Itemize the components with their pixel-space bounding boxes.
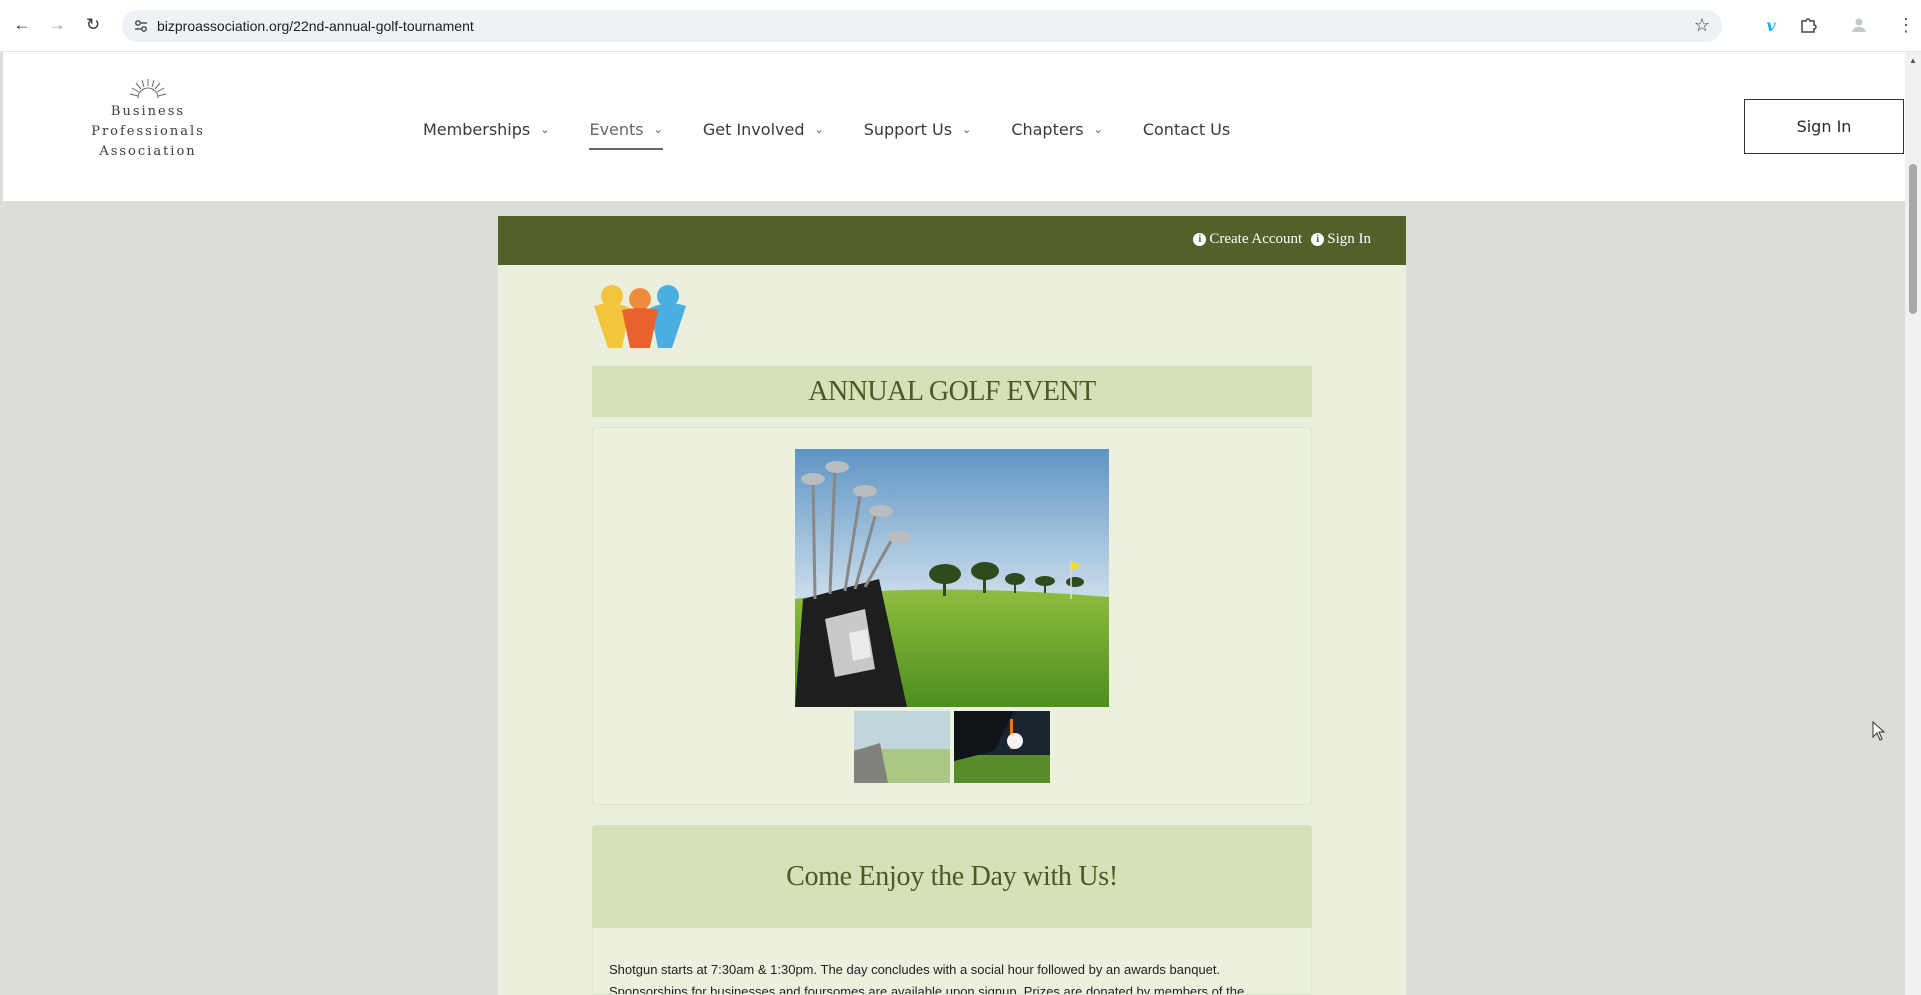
create-account-label: Create Account [1209,231,1303,247]
nav-events[interactable]: Events ⌄ [589,114,664,150]
reload-icon[interactable]: ↻ [81,13,105,37]
nav-contact-us-label: Contact Us [1142,119,1231,139]
profile-icon[interactable] [1848,14,1870,36]
site-logo[interactable]: Business Professionals Association [83,78,213,162]
event-title: ANNUAL GOLF EVENT [808,375,1096,407]
nav-support-us-label: Support Us [863,119,953,139]
chevron-down-icon: ⌄ [814,122,824,136]
mouse-cursor-icon [1872,721,1886,741]
section-heading-band: Come Enjoy the Day with Us! [592,825,1312,928]
create-account-link[interactable]: i Create Account [1193,231,1302,248]
nav-get-involved[interactable]: Get Involved ⌄ [703,114,824,144]
nav-support-us[interactable]: Support Us ⌄ [864,114,972,144]
sign-in-link[interactable]: i Sign In [1311,231,1371,248]
info-icon: i [1193,233,1207,246]
gallery-thumbnail-1[interactable] [854,711,950,783]
url-text[interactable]: bizproassociation.org/22nd-annual-golf-t… [157,18,474,34]
people-logo-icon [594,285,686,348]
account-bar: i Create Account i Sign In [498,216,1406,265]
sunburst-logo-icon [129,79,167,99]
nav-memberships-label: Memberships [423,119,531,139]
nav-memberships[interactable]: Memberships ⌄ [423,114,549,144]
description-line-1: Shotgun starts at 7:30am & 1:30pm. The d… [609,962,1221,977]
nav-events-label: Events [589,119,644,139]
chevron-down-icon: ⌄ [1093,122,1103,136]
site-settings-icon[interactable] [132,17,150,35]
address-bar[interactable]: bizproassociation.org/22nd-annual-golf-t… [122,10,1722,42]
extensions-puzzle-icon[interactable] [1797,14,1819,36]
logo-line-2: Professionals [91,124,205,139]
page-scrollbar[interactable]: ▲ [1905,52,1921,995]
info-icon: i [1311,233,1325,246]
golf-bag-photo[interactable] [795,449,1109,707]
scroll-up-arrow-icon[interactable]: ▲ [1909,56,1917,65]
logo-line-1: Business [110,104,186,119]
back-arrow-icon[interactable]: ← [10,13,34,37]
bookmark-star-icon[interactable]: ☆ [1694,15,1710,36]
event-title-band: ANNUAL GOLF EVENT [592,366,1312,417]
chevron-down-icon: ⌄ [540,122,550,136]
description-line-2: Sponsorships for businesses and foursome… [609,984,1245,995]
nav-chapters[interactable]: Chapters ⌄ [1011,114,1103,144]
header-sign-in-button[interactable]: Sign In [1744,99,1904,154]
nav-get-involved-label: Get Involved [702,119,805,139]
chevron-down-icon: ⌄ [653,122,663,136]
logo-line-3: Association [99,144,197,159]
main-navigation: Memberships ⌄ Events ⌄ Get Involved ⌄ Su… [423,114,1270,150]
forward-arrow-icon[interactable]: → [45,13,69,37]
section-heading: Come Enjoy the Day with Us! [786,860,1118,892]
gallery-thumbnail-2[interactable] [954,711,1050,783]
site-header: Business Professionals Association Membe… [3,52,1905,201]
vimeo-extension-icon[interactable]: v [1760,14,1782,36]
chevron-down-icon: ⌄ [962,122,972,136]
kebab-menu-icon[interactable]: ⋮ [1895,14,1917,36]
scrollbar-thumb[interactable] [1909,164,1917,314]
browser-toolbar: ← → ↻ bizproassociation.org/22nd-annual-… [0,0,1921,52]
event-description: Shotgun starts at 7:30am & 1:30pm. The d… [592,928,1312,995]
nav-chapters-label: Chapters [1011,119,1084,139]
sign-in-label: Sign In [1327,231,1371,247]
nav-contact-us[interactable]: Contact Us [1143,114,1230,144]
